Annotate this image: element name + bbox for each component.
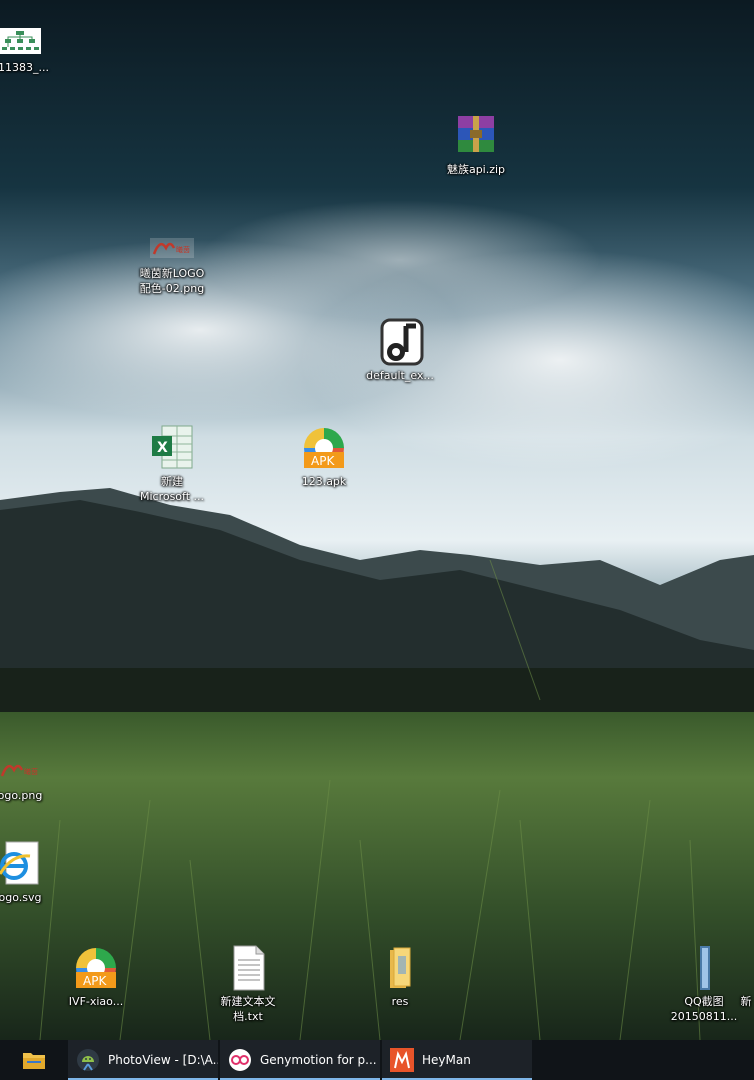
desktop-icon-default-ex[interactable]: default_ex... bbox=[360, 318, 440, 383]
taskbar-app-heyman[interactable]: HeyMan bbox=[382, 1040, 532, 1080]
desktop-icon-label: 新 bbox=[740, 995, 752, 1008]
desktop-icon-label: default_ex... bbox=[366, 369, 434, 382]
apk-icon: APK bbox=[72, 944, 120, 992]
logo-image-icon: 曦茵 bbox=[150, 234, 194, 260]
desktop-icon-label: res bbox=[391, 995, 409, 1008]
desktop-icon-new-txt[interactable]: 新建文本文 档.txt bbox=[208, 944, 288, 1024]
desktop-icon-label: ogo.png bbox=[0, 789, 43, 802]
desktop-icon-ivf-apk[interactable]: APK IVF-xiao... bbox=[56, 944, 136, 1009]
desktop-icon-label: 123.apk bbox=[301, 475, 347, 488]
text-file-icon bbox=[224, 944, 272, 992]
file-explorer-button[interactable] bbox=[0, 1040, 68, 1080]
file-icon bbox=[722, 944, 754, 992]
desktop-icon-label: IVF-xiao... bbox=[68, 995, 124, 1008]
desktop-icon-label: 新建 Microsoft ... bbox=[139, 475, 205, 503]
taskbar-app-label: PhotoView - [D:\A... bbox=[108, 1053, 218, 1067]
logo-image-icon: 曦茵 bbox=[0, 756, 42, 782]
desktop-wallpaper bbox=[0, 0, 754, 1040]
winrar-archive-icon bbox=[452, 112, 500, 160]
desktop-icon-apk-123[interactable]: APK 123.apk bbox=[284, 424, 364, 489]
desktop-icon-label: 魅族api.zip bbox=[446, 163, 506, 176]
folder-icon bbox=[376, 944, 424, 992]
apk-icon: APK bbox=[300, 424, 348, 472]
taskbar-app-label: Genymotion for p... bbox=[260, 1053, 377, 1067]
taskbar-app-genymotion[interactable]: Genymotion for p... bbox=[220, 1040, 380, 1080]
desktop-icon-label: 新建文本文 档.txt bbox=[220, 995, 276, 1023]
desktop-icon-logo-png-2[interactable]: 曦茵 ogo.png bbox=[0, 756, 60, 803]
desktop-icon-label: 611383_... bbox=[0, 61, 49, 74]
android-studio-icon bbox=[77, 1049, 99, 1071]
desktop-icon-org-chart[interactable]: 611383_... bbox=[0, 24, 60, 75]
svg-text:APK: APK bbox=[311, 454, 335, 468]
taskbar: PhotoView - [D:\A... Genymotion for p...… bbox=[0, 1040, 754, 1080]
svg-text:曦茵: 曦茵 bbox=[176, 245, 190, 254]
genymotion-icon bbox=[229, 1049, 251, 1071]
desktop-icon-excel[interactable]: X 新建 Microsoft ... bbox=[132, 424, 212, 504]
desktop-icon-label: ogo.svg bbox=[0, 891, 42, 904]
desktop-icon-label: 曦茵新LOGO 配色-02.png bbox=[139, 267, 205, 295]
taskbar-app-photoview[interactable]: PhotoView - [D:\A... bbox=[68, 1040, 218, 1080]
audio-file-icon bbox=[376, 318, 424, 366]
heyman-icon bbox=[390, 1048, 414, 1072]
folder-icon bbox=[23, 1053, 45, 1069]
svg-text:APK: APK bbox=[83, 974, 107, 988]
taskbar-app-label: HeyMan bbox=[422, 1053, 471, 1067]
org-chart-image-icon bbox=[0, 28, 41, 54]
desktop-icon-new-partial[interactable]: 新 bbox=[716, 944, 754, 1009]
svg-text:曦茵: 曦茵 bbox=[24, 767, 38, 776]
desktop-icon-meizu-zip[interactable]: 魅族api.zip bbox=[436, 112, 516, 177]
internet-explorer-icon bbox=[0, 840, 44, 888]
desktop-icon-res-folder[interactable]: res bbox=[360, 944, 440, 1009]
excel-icon: X bbox=[148, 424, 196, 472]
desktop-icon-logo-svg[interactable]: ogo.svg bbox=[0, 840, 60, 905]
svg-text:X: X bbox=[157, 440, 168, 456]
desktop-icon-logo-png[interactable]: 曦茵 曦茵新LOGO 配色-02.png bbox=[132, 234, 212, 296]
